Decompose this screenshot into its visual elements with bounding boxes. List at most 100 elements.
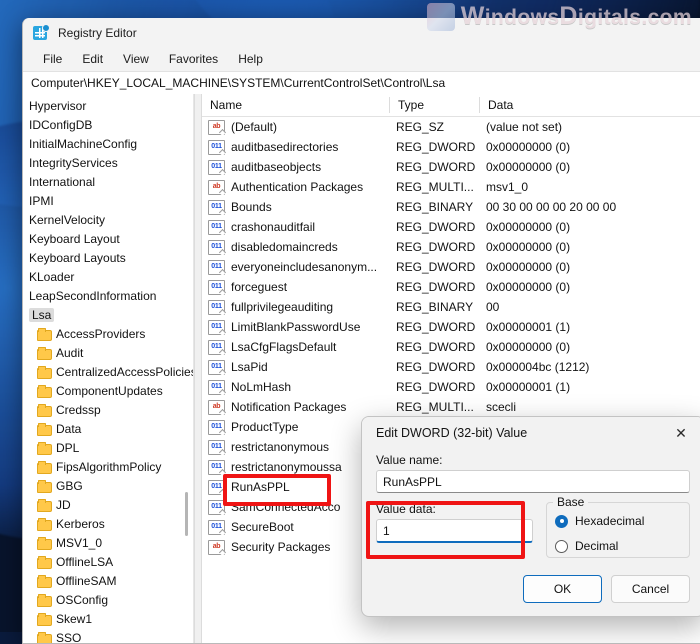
tree-item-label: Audit: [56, 345, 84, 360]
registry-tree-pane[interactable]: Hypervisor IDConfigDB InitialMachineConfig…: [23, 94, 194, 643]
table-row[interactable]: 011 fullprivilegeauditing REG_BINARY 00: [202, 297, 700, 317]
cell-data: 0x00000000 (0): [486, 340, 571, 354]
ok-button[interactable]: OK: [523, 575, 602, 603]
tree-item-centralizedaccesspolicies[interactable]: CentralizedAccessPolicies: [23, 362, 193, 381]
tree-item-jd[interactable]: JD: [23, 495, 193, 514]
cell-type: REG_BINARY: [396, 300, 474, 314]
tree-item-integrityservices[interactable]: IntegrityServices: [23, 153, 193, 172]
folder-icon: [37, 384, 52, 398]
tree-item-componentupdates[interactable]: ComponentUpdates: [23, 381, 193, 400]
cancel-button[interactable]: Cancel: [611, 575, 690, 603]
table-row[interactable]: ab Authentication Packages REG_MULTI... msv…: [202, 177, 700, 197]
tree-item-accessproviders[interactable]: AccessProviders: [23, 324, 193, 343]
cell-data: msv1_0: [486, 180, 529, 194]
table-row[interactable]: 011 NoLmHash REG_DWORD 0x00000001 (1): [202, 377, 700, 397]
tree-item-skew1[interactable]: Skew1: [23, 609, 193, 628]
folder-icon: [37, 574, 52, 588]
value-name-input[interactable]: RunAsPPL: [376, 470, 690, 493]
tree-item-offlinelsa[interactable]: OfflineLSA: [23, 552, 193, 571]
value-data-field-group: Value data: 1: [376, 502, 533, 558]
cell-name: ab Notification Packages: [202, 399, 388, 415]
tree-item-kloader[interactable]: KLoader: [23, 267, 193, 286]
table-row[interactable]: 011 LsaPid REG_DWORD 0x000004bc (1212): [202, 357, 700, 377]
string-value-icon: ab: [208, 399, 225, 415]
tree-item-osconfig[interactable]: OSConfig: [23, 590, 193, 609]
tree-item-idconfigdb[interactable]: IDConfigDB: [23, 115, 193, 134]
table-row[interactable]: 011 LimitBlankPasswordUse REG_DWORD 0x00000…: [202, 317, 700, 337]
value-name-text: Notification Packages: [231, 400, 347, 414]
tree-item-label: ComponentUpdates: [56, 383, 163, 398]
value-name-text: auditbaseobjects: [231, 160, 322, 174]
table-row[interactable]: 011 everyoneincludesanonym... REG_DWORD 0x0…: [202, 257, 700, 277]
folder-icon: [37, 612, 52, 626]
tree-item-offlinesam[interactable]: OfflineSAM: [23, 571, 193, 590]
tree-item-keyboard-layout[interactable]: Keyboard Layout: [23, 229, 193, 248]
tree-item-ipmi[interactable]: IPMI: [23, 191, 193, 210]
tree-item-hypervisor[interactable]: Hypervisor: [23, 96, 193, 115]
tree-item-gbg[interactable]: GBG: [23, 476, 193, 495]
table-row[interactable]: ab (Default) REG_SZ (value not set): [202, 117, 700, 137]
table-row[interactable]: 011 disabledomaincreds REG_DWORD 0x00000000…: [202, 237, 700, 257]
tree-item-dpl[interactable]: DPL: [23, 438, 193, 457]
tree-item-credssp[interactable]: Credssp: [23, 400, 193, 419]
column-header-data[interactable]: Data: [480, 94, 700, 116]
close-icon[interactable]: ✕: [664, 419, 698, 447]
tree-item-initialmachineconfig[interactable]: InitialMachineConfig: [23, 134, 193, 153]
tree-item-label: DPL: [56, 440, 80, 455]
tree-scrollbar[interactable]: [182, 94, 191, 643]
dword-value-icon: 011: [208, 379, 225, 395]
cell-name: 011 everyoneincludesanonym...: [202, 259, 388, 275]
folder-icon: [37, 555, 52, 569]
column-header-type[interactable]: Type: [390, 94, 480, 116]
tree-item-lsa[interactable]: Lsa: [23, 305, 193, 324]
tree-item-kernelvelocity[interactable]: KernelVelocity: [23, 210, 193, 229]
tree-item-kerberos[interactable]: Kerberos: [23, 514, 193, 533]
column-header-name[interactable]: Name: [202, 94, 390, 116]
tree-item-label: AccessProviders: [56, 326, 146, 341]
menu-edit[interactable]: Edit: [72, 50, 113, 68]
folder-icon: [37, 517, 52, 531]
table-row[interactable]: 011 crashonauditfail REG_DWORD 0x00000000 (…: [202, 217, 700, 237]
radio-decimal-label: Decimal: [575, 539, 619, 553]
cell-name: 011 auditbaseobjects: [202, 159, 388, 175]
cell-data: 0x00000001 (1): [486, 320, 571, 334]
tree-item-sso[interactable]: SSO: [23, 628, 193, 643]
dword-value-icon: 011: [208, 499, 225, 515]
table-row[interactable]: 011 forceguest REG_DWORD 0x00000000 (0): [202, 277, 700, 297]
value-name-text: Authentication Packages: [231, 180, 364, 194]
table-row[interactable]: 011 auditbasedirectories REG_DWORD 0x000000…: [202, 137, 700, 157]
table-row[interactable]: ab Notification Packages REG_MULTI... scecl…: [202, 397, 700, 417]
tree-item-audit[interactable]: Audit: [23, 343, 193, 362]
cell-name: ab (Default): [202, 119, 388, 135]
tree-item-data[interactable]: Data: [23, 419, 193, 438]
table-row[interactable]: 011 LsaCfgFlagsDefault REG_DWORD 0x00000000…: [202, 337, 700, 357]
tree-scrollbar-thumb[interactable]: [185, 492, 188, 536]
tree-item-keyboard-layouts[interactable]: Keyboard Layouts: [23, 248, 193, 267]
menu-favorites[interactable]: Favorites: [159, 50, 228, 68]
cell-data: scecli: [486, 400, 517, 414]
dword-value-icon: 011: [208, 319, 225, 335]
tree-item-fipsalgorithmpolicy[interactable]: FipsAlgorithmPolicy: [23, 457, 193, 476]
menu-file[interactable]: File: [33, 50, 72, 68]
value-data-input[interactable]: 1: [376, 519, 533, 543]
table-row[interactable]: 011 auditbaseobjects REG_DWORD 0x00000000 (…: [202, 157, 700, 177]
registry-editor-icon: [33, 24, 50, 41]
radio-decimal[interactable]: Decimal: [555, 539, 681, 553]
cell-data: (value not set): [486, 120, 563, 134]
tree-item-msv1-0[interactable]: MSV1_0: [23, 533, 193, 552]
pane-splitter[interactable]: [194, 94, 202, 643]
tree-item-leapsecondinformation[interactable]: LeapSecondInformation: [23, 286, 193, 305]
menu-view[interactable]: View: [113, 50, 159, 68]
value-name-text: auditbasedirectories: [231, 140, 339, 154]
table-row[interactable]: 011 Bounds REG_BINARY 00 30 00 00 00 20 00 …: [202, 197, 700, 217]
tree-item-international[interactable]: International: [23, 172, 193, 191]
address-bar[interactable]: Computer\HKEY_LOCAL_MACHINE\SYSTEM\Curre…: [23, 71, 700, 95]
cell-name: 011 LimitBlankPasswordUse: [202, 319, 388, 335]
tree-item-label: FipsAlgorithmPolicy: [56, 459, 162, 474]
cell-data: 0x00000000 (0): [486, 240, 571, 254]
tree-item-label: Kerberos: [56, 516, 105, 531]
menu-help[interactable]: Help: [228, 50, 273, 68]
cell-type: REG_DWORD: [396, 220, 476, 234]
dword-value-icon: 011: [208, 259, 225, 275]
radio-hexadecimal[interactable]: Hexadecimal: [555, 514, 681, 528]
